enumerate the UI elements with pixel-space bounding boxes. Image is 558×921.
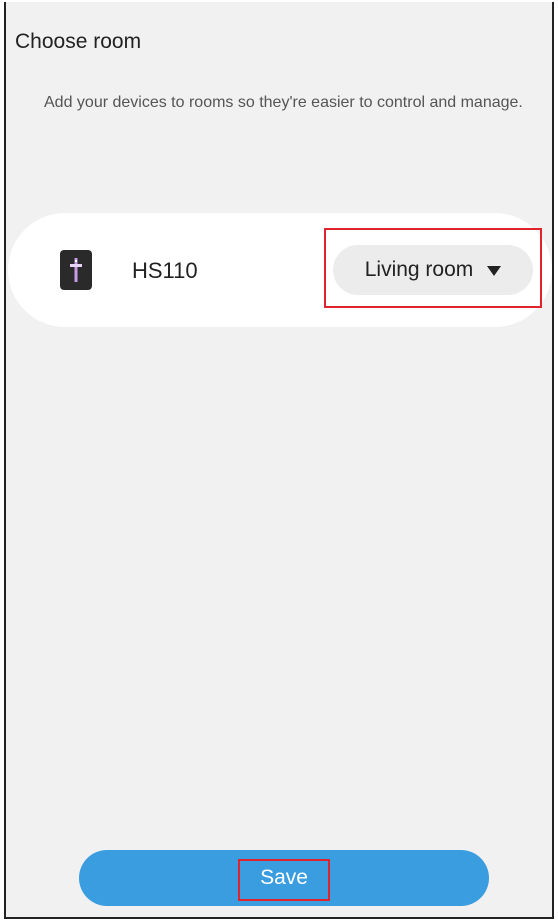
page-title: Choose room bbox=[15, 30, 142, 53]
choose-room-screen: Choose room Add your devices to rooms so… bbox=[4, 2, 554, 919]
caret-down-icon bbox=[487, 266, 502, 276]
save-button-label: Save bbox=[260, 866, 308, 889]
smart-plug-icon bbox=[60, 250, 92, 290]
room-dropdown[interactable]: Living room bbox=[333, 245, 533, 295]
device-row: HS110 Living room bbox=[8, 213, 552, 327]
device-name: HS110 bbox=[132, 258, 198, 283]
save-button[interactable]: Save bbox=[79, 850, 489, 906]
room-dropdown-value: Living room bbox=[364, 258, 474, 281]
page-description: Add your devices to rooms so they're eas… bbox=[44, 94, 523, 111]
